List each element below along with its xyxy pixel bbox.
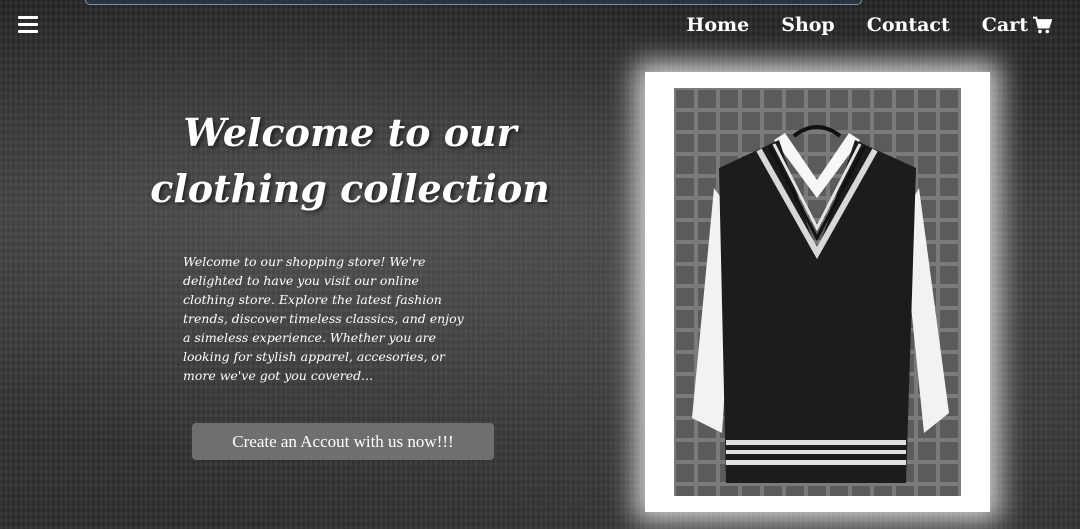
menu-icon[interactable] xyxy=(18,16,38,34)
hero-title: Welcome to our clothing collection xyxy=(150,105,550,217)
create-account-button[interactable]: Create an Accout with us now!!! xyxy=(192,423,494,460)
nav-contact-link[interactable]: Contact xyxy=(867,14,950,36)
nav-shop-link[interactable]: Shop xyxy=(781,14,835,36)
hero-title-line-1: Welcome to our xyxy=(183,110,517,155)
nav-home-link[interactable]: Home xyxy=(686,14,749,36)
main-nav: Home Shop Contact Cart xyxy=(686,14,1052,36)
hero-description: Welcome to our shopping store! We're del… xyxy=(183,254,464,383)
top-search-strip xyxy=(85,0,862,5)
product-image xyxy=(674,88,961,496)
hero-title-line-2: clothing collection xyxy=(150,166,550,211)
nav-cart-link[interactable]: Cart xyxy=(982,14,1052,36)
nav-cart-label: Cart xyxy=(981,14,1028,36)
cart-icon xyxy=(1033,16,1052,34)
